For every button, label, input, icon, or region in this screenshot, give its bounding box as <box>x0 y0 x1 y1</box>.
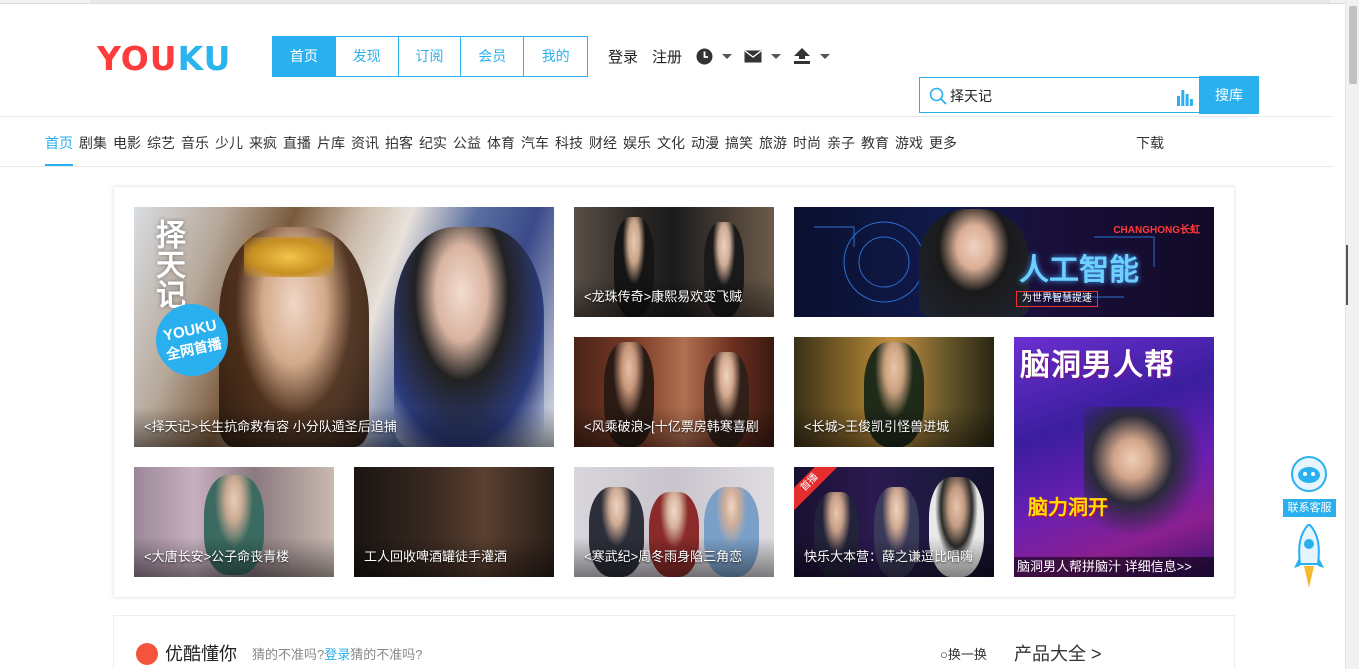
upload-dropdown[interactable] <box>793 48 831 64</box>
service-robot-icon <box>1291 456 1327 492</box>
register-link[interactable]: 注册 <box>652 46 682 67</box>
section-subtitle: 猜的不准吗?登录猜的不准吗? <box>252 647 423 662</box>
recommend-section: 优酷懂你 猜的不准吗?登录猜的不准吗? ○换一换 产品大全 > <box>113 615 1235 669</box>
channel-divider <box>0 166 1333 167</box>
search-input[interactable] <box>950 84 1170 108</box>
channel-item[interactable]: 电影 <box>113 133 141 153</box>
refresh-button[interactable]: ○换一换 <box>940 646 987 664</box>
channel-item[interactable]: 纪实 <box>419 133 447 153</box>
video-caption: <龙珠传奇>康熙易欢变飞贼 <box>584 289 743 304</box>
upload-icon <box>794 48 811 64</box>
chevron-down-icon <box>820 53 831 59</box>
channel-item[interactable]: 科技 <box>555 133 583 153</box>
chevron-down-icon <box>771 53 782 59</box>
mail-dropdown[interactable] <box>744 49 782 63</box>
customer-service-button[interactable]: 联系客服 <box>1283 456 1336 517</box>
channel-item[interactable]: 直播 <box>283 133 311 153</box>
mail-icon <box>744 49 762 62</box>
video-caption: <风乘破浪>[十亿票房韩寒喜剧 <box>584 419 759 434</box>
channel-item[interactable]: 音乐 <box>181 133 209 153</box>
presenter-figure <box>919 209 1029 317</box>
channel-item[interactable]: 少儿 <box>215 133 243 153</box>
channel-item[interactable]: 来疯 <box>249 133 277 153</box>
login-link[interactable]: 登录 <box>608 46 638 67</box>
video-tile[interactable]: <风乘破浪>[十亿票房韩寒喜剧 <box>574 337 774 447</box>
search-box <box>919 77 1199 113</box>
user-links: 登录 注册 <box>608 45 842 67</box>
hero-video-tile[interactable]: 择天记 YOUKU 全网首播 <择天记>长生抗命救有容 小分队遁圣后追捕 <box>134 207 554 447</box>
video-tile[interactable]: <寒武纪>周冬雨身陷三角恋 <box>574 467 774 577</box>
channel-item[interactable]: 时尚 <box>793 133 821 153</box>
download-link[interactable]: 下载 <box>1136 133 1164 153</box>
tab-discover[interactable]: 发现 <box>335 37 399 76</box>
section-login-link[interactable]: 登录 <box>324 647 350 662</box>
all-products-link[interactable]: 产品大全 > <box>1014 642 1102 666</box>
channel-item[interactable]: 首页 <box>45 133 73 153</box>
main-nav-tabs: 首页 发现 订阅 会员 我的 <box>272 36 588 77</box>
video-tile[interactable]: 首播 快乐大本营：薛之谦逗比唱嗨 <box>794 467 994 577</box>
poster-title-art: 脑洞男人帮 <box>1020 349 1175 382</box>
channel-item[interactable]: 综艺 <box>147 133 175 153</box>
tab-mine[interactable]: 我的 <box>524 37 587 76</box>
header-divider <box>0 116 1333 117</box>
channel-item[interactable]: 剧集 <box>79 133 107 153</box>
channel-item[interactable]: 更多 <box>929 133 957 153</box>
back-to-top-rocket-icon[interactable] <box>1294 524 1324 590</box>
search-button[interactable]: 搜库 <box>1199 76 1259 114</box>
tab-subscribe[interactable]: 订阅 <box>398 37 462 76</box>
channel-item[interactable]: 动漫 <box>691 133 719 153</box>
channel-item[interactable]: 娱乐 <box>623 133 651 153</box>
video-caption: <寒武纪>周冬雨身陷三角恋 <box>584 549 743 564</box>
hero-title-art: 择天记 <box>151 219 184 309</box>
video-caption: <长城>王俊凯引怪兽进城 <box>804 419 950 434</box>
video-tile[interactable]: <长城>王俊凯引怪兽进城 <box>794 337 994 447</box>
channel-item[interactable]: 公益 <box>453 133 481 153</box>
video-tile[interactable]: 工人回收啤酒罐徒手灌酒 <box>354 467 554 577</box>
scrollbar-thumb[interactable] <box>1349 6 1357 84</box>
channel-item[interactable]: 教育 <box>861 133 889 153</box>
banner-slogan: 为世界智慧提速 <box>1016 291 1098 307</box>
poster-caption[interactable]: 脑洞男人帮拼脑汁 详细信息>> <box>1014 557 1214 577</box>
golden-crown <box>244 237 334 277</box>
channel-item[interactable]: 旅游 <box>759 133 787 153</box>
page-scrollbar[interactable] <box>1345 0 1359 669</box>
video-tile[interactable]: <大唐长安>公子命丧青楼 <box>134 467 334 577</box>
history-clock-icon <box>696 48 713 64</box>
refresh-icon: ○ <box>940 647 948 662</box>
channel-item[interactable]: 汽车 <box>521 133 549 153</box>
tab-vip[interactable]: 会员 <box>461 37 525 76</box>
youku-logo[interactable]: YOUKU <box>97 40 231 78</box>
chevron-down-icon <box>722 53 733 59</box>
brand-logo: CHANGHONG长虹 <box>1113 225 1200 236</box>
trending-bars-icon[interactable] <box>1177 88 1193 106</box>
channel-item[interactable]: 财经 <box>589 133 617 153</box>
video-caption: 工人回收啤酒罐徒手灌酒 <box>364 549 508 564</box>
banner-art-text: 人工智能 <box>1019 254 1139 287</box>
channel-nav: 首页 剧集 电影 综艺 音乐 少儿 来疯 直播 片库 资讯 拍客 纪实 公益 体育 汽车 科技 财经 娱乐 文化 动漫… <box>45 133 963 153</box>
video-caption: <大唐长安>公子命丧青楼 <box>144 549 290 564</box>
history-dropdown[interactable] <box>696 48 733 65</box>
channel-item[interactable]: 亲子 <box>827 133 855 153</box>
section-title: 优酷懂你 <box>165 644 237 664</box>
hero-caption: <择天记>长生抗命救有容 小分队遁圣后追捕 <box>144 419 397 434</box>
service-label: 联系客服 <box>1283 499 1336 517</box>
channel-item[interactable]: 片库 <box>317 133 345 153</box>
search-icon <box>929 87 947 105</box>
channel-item[interactable]: 搞笑 <box>725 133 753 153</box>
heart-icon <box>136 643 158 665</box>
browser-top-edge <box>0 0 1345 4</box>
featured-panel: 择天记 YOUKU 全网首播 <择天记>长生抗命救有容 小分队遁圣后追捕 <龙珠… <box>113 186 1235 598</box>
ad-banner-tile[interactable]: 人工智能 为世界智慧提速 CHANGHONG长虹 <box>794 207 1214 317</box>
video-caption: 快乐大本营：薛之谦逗比唱嗨 <box>804 549 974 564</box>
channel-item[interactable]: 资讯 <box>351 133 379 153</box>
channel-item[interactable]: 游戏 <box>895 133 923 153</box>
channel-item[interactable]: 文化 <box>657 133 685 153</box>
show-poster-tile[interactable]: 脑洞男人帮 脑力洞开 脑洞男人帮拼脑汁 详细信息>> <box>1014 337 1214 577</box>
video-tile[interactable]: <龙珠传奇>康熙易欢变飞贼 <box>574 207 774 317</box>
channel-item[interactable]: 体育 <box>487 133 515 153</box>
channel-item[interactable]: 拍客 <box>385 133 413 153</box>
poster-subtitle-art: 脑力洞开 <box>1028 497 1108 519</box>
tab-home[interactable]: 首页 <box>273 37 336 76</box>
